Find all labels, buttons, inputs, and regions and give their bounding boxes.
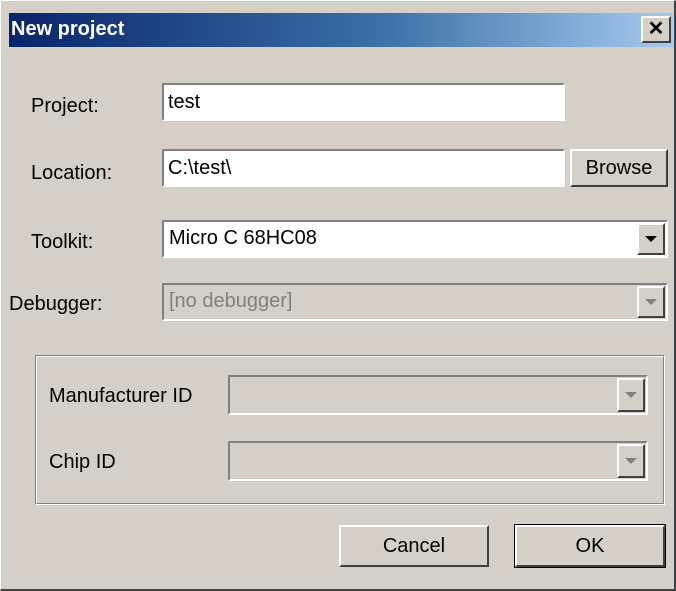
toolkit-select[interactable]: Micro C 68HC08: [162, 220, 668, 258]
window-title: New project: [11, 18, 125, 40]
location-input[interactable]: C:\test\: [162, 149, 565, 187]
chip-dropdown-button: [617, 444, 645, 478]
chip-id-label: Chip ID: [49, 451, 116, 473]
debugger-select: [no debugger]: [162, 283, 668, 321]
location-label: Location:: [31, 162, 113, 184]
toolkit-label: Toolkit:: [31, 231, 94, 253]
close-button[interactable]: ✕: [641, 16, 671, 43]
chevron-down-icon: [625, 458, 637, 464]
project-label: Project:: [31, 95, 99, 117]
chip-id-select: [228, 441, 648, 481]
location-input-value: C:\test\: [168, 157, 232, 179]
manufacturer-dropdown-button: [617, 378, 645, 412]
cancel-button[interactable]: Cancel: [339, 525, 489, 567]
browse-button[interactable]: Browse: [570, 149, 668, 187]
toolkit-dropdown-button[interactable]: [637, 223, 665, 255]
project-input[interactable]: test: [162, 83, 565, 121]
project-input-value: test: [168, 91, 201, 113]
chevron-down-icon: [645, 236, 657, 242]
ok-button[interactable]: OK: [514, 524, 666, 568]
chevron-down-icon: [645, 299, 657, 305]
manufacturer-id-label: Manufacturer ID: [49, 385, 193, 407]
title-bar[interactable]: New project ✕: [9, 13, 673, 47]
new-project-dialog: New project ✕ Project: test Location: C:…: [0, 0, 676, 591]
debugger-dropdown-button: [637, 286, 665, 318]
manufacturer-id-select: [228, 375, 648, 415]
toolkit-select-value: Micro C 68HC08: [169, 227, 317, 249]
debugger-label: Debugger:: [9, 293, 103, 315]
debugger-select-value: [no debugger]: [169, 290, 293, 312]
chevron-down-icon: [625, 392, 637, 398]
close-icon: ✕: [647, 18, 665, 40]
